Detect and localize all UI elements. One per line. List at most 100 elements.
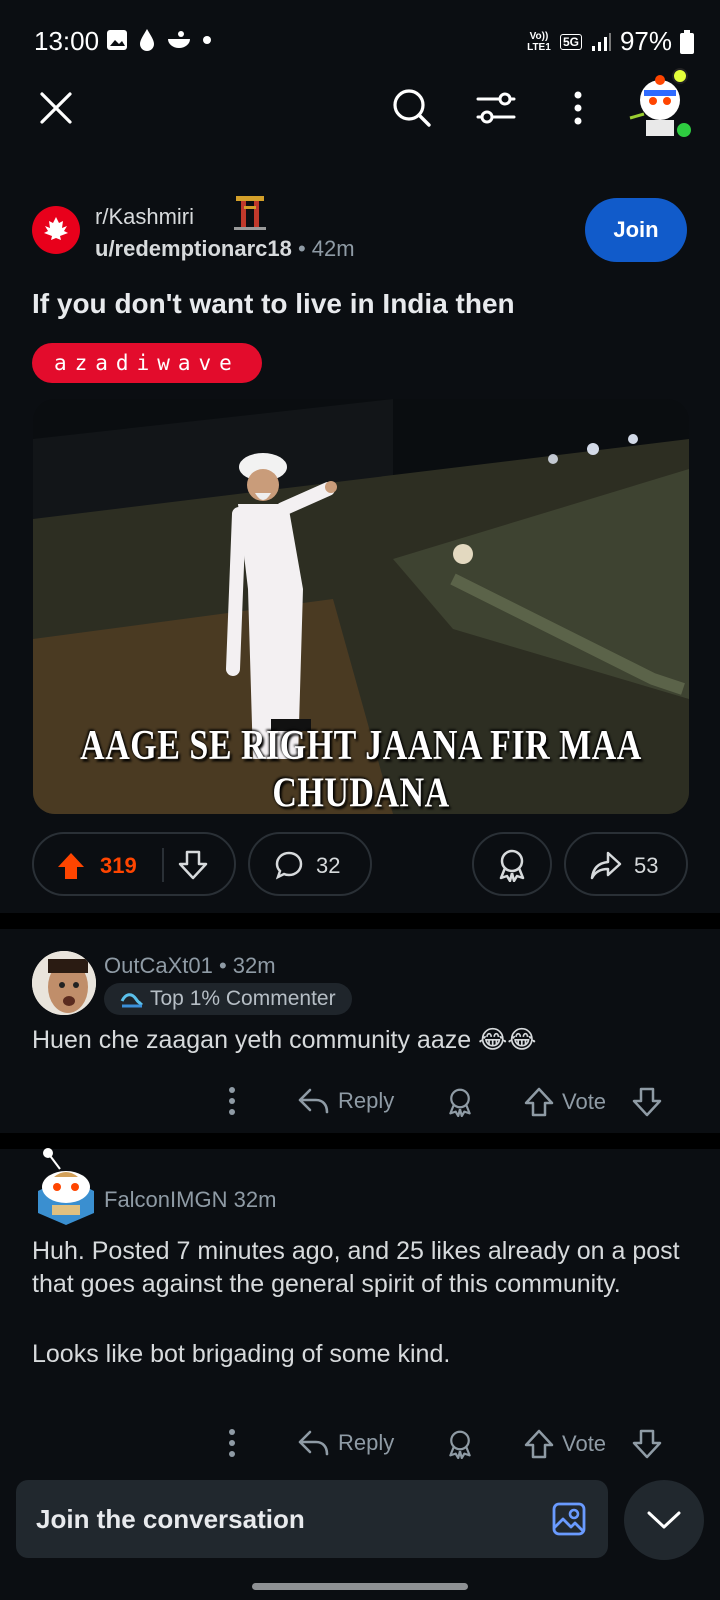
reply-label: Reply xyxy=(338,1430,395,1455)
reply-button[interactable]: Reply xyxy=(298,1429,394,1457)
battery-percent: 97% xyxy=(619,26,672,56)
post-image[interactable]: AAGE SE RIGHT JAANA FIR MAA CHUDANA xyxy=(33,399,689,814)
reply-arrow-icon xyxy=(298,1430,329,1456)
comment-compose-field[interactable]: Join the conversation xyxy=(16,1480,608,1558)
search-icon xyxy=(393,89,431,127)
comment-icon xyxy=(275,851,303,880)
comment-paragraph: Looks like bot brigading of some kind. xyxy=(32,1340,451,1368)
battery-icon xyxy=(680,29,694,54)
comment-upvote-button[interactable]: Vote xyxy=(524,1087,606,1117)
award-button[interactable] xyxy=(472,832,552,896)
bowl-icon xyxy=(168,31,190,48)
post-title: If you don't want to live in India then xyxy=(32,288,515,319)
sort-button[interactable] xyxy=(470,82,522,134)
comment-downvote-button[interactable] xyxy=(632,1087,662,1117)
comment-author[interactable]: FalconIMGN 32m xyxy=(104,1187,276,1213)
comment-actions: Reply Vote xyxy=(0,1429,720,1469)
post-author[interactable]: u/redemptionarc18 • 42m xyxy=(95,236,355,262)
badge-label: Top 1% Commenter xyxy=(150,987,336,1010)
comment-author[interactable]: OutCaXt01 • 32m xyxy=(104,953,276,979)
drop-icon xyxy=(140,29,154,51)
subreddit-name[interactable]: r/Kashmiri xyxy=(95,204,194,230)
comment-more-button[interactable] xyxy=(228,1429,236,1457)
commenter-badge[interactable]: Top 1% Commenter xyxy=(104,983,352,1015)
downvote-icon xyxy=(632,1087,662,1117)
compose-placeholder: Join the conversation xyxy=(36,1504,305,1534)
sliders-icon xyxy=(476,92,516,124)
comment-age: 32m xyxy=(232,953,276,978)
reply-arrow-icon xyxy=(298,1088,329,1114)
more-options-button[interactable] xyxy=(556,82,600,134)
section-divider xyxy=(0,913,720,929)
award-icon xyxy=(499,849,525,882)
comment-author-name[interactable]: OutCaXt01 xyxy=(104,953,213,978)
status-notification-icons xyxy=(106,28,212,52)
upvote-filled-icon xyxy=(58,853,84,879)
close-icon xyxy=(40,92,72,124)
post-author-name[interactable]: u/redemptionarc18 xyxy=(95,236,292,261)
reply-button[interactable]: Reply xyxy=(298,1087,394,1115)
more-vertical-icon xyxy=(574,91,582,125)
profile-avatar-button[interactable] xyxy=(624,68,696,140)
dot-icon xyxy=(203,36,211,44)
downvote-icon xyxy=(632,1429,662,1459)
chevron-down-icon xyxy=(647,1511,681,1529)
signal-icon xyxy=(591,32,611,51)
comment-actions: Reply Vote xyxy=(0,1087,720,1127)
comment-body: Huh. Posted 7 minutes ago, and 25 likes … xyxy=(32,1235,692,1371)
network-label: Vo)) LTE1 xyxy=(527,30,551,53)
comments-button[interactable]: 32 xyxy=(248,832,372,896)
comment-body: Huen che zaagan yeth community aaze 😂😂 xyxy=(32,1026,537,1054)
image-attach-icon xyxy=(552,1502,586,1536)
post-age: 42m xyxy=(311,236,355,261)
network-type-label: 5G xyxy=(559,33,582,50)
downvote-icon xyxy=(178,850,208,880)
avatar-face-icon xyxy=(32,951,96,1015)
app-bar xyxy=(0,68,720,150)
status-bar: 13:00 Vo)) LTE1 5G 97% xyxy=(0,0,720,80)
collapse-button[interactable] xyxy=(624,1480,704,1560)
comment-award-button[interactable] xyxy=(446,1087,474,1117)
home-indicator[interactable] xyxy=(252,1583,468,1590)
upvote-icon xyxy=(524,1429,554,1459)
join-button[interactable]: Join xyxy=(585,198,687,262)
award-icon xyxy=(449,1088,471,1117)
status-system-icons: Vo)) LTE1 5G 97% xyxy=(526,26,694,57)
reply-label: Reply xyxy=(338,1088,395,1113)
gallery-icon xyxy=(107,30,127,50)
comment-avatar[interactable] xyxy=(32,951,96,1015)
comment-age: 32m xyxy=(233,1187,277,1212)
subreddit-avatar[interactable] xyxy=(32,206,80,254)
maple-leaf-icon xyxy=(44,217,68,240)
attach-image-button[interactable] xyxy=(552,1502,586,1541)
comment-avatar[interactable] xyxy=(32,1147,102,1227)
vote-count: 319 xyxy=(100,853,137,878)
comment-downvote-button[interactable] xyxy=(632,1429,662,1459)
comment-author-name[interactable]: FalconIMGN xyxy=(104,1187,227,1212)
more-vertical-icon xyxy=(229,1087,235,1115)
comment-more-button[interactable] xyxy=(228,1087,236,1115)
award-icon xyxy=(449,1430,471,1459)
section-divider xyxy=(0,1133,720,1149)
comment-upvote-button[interactable]: Vote xyxy=(524,1429,606,1459)
image-caption: AAGE SE RIGHT JAANA FIR MAA CHUDANA xyxy=(80,722,642,815)
close-button[interactable] xyxy=(30,82,82,134)
share-button[interactable]: 53 xyxy=(564,832,688,896)
status-time: 13:00 xyxy=(34,26,100,56)
comment-count: 32 xyxy=(316,853,341,878)
snoo-avatar-icon xyxy=(629,68,693,139)
comment-paragraph: Huh. Posted 7 minutes ago, and 25 likes … xyxy=(32,1237,680,1298)
post-header: r/Kashmiri u/redemptionarc18 • 42m Join xyxy=(0,196,720,276)
post-action-row: 319 32 53 xyxy=(0,832,720,896)
downvote-button[interactable] xyxy=(178,850,208,885)
comment-award-button[interactable] xyxy=(446,1429,474,1459)
post-flair[interactable]: azadiwave xyxy=(32,343,262,383)
snoo-avatar-icon xyxy=(38,1148,94,1225)
vote-label: Vote xyxy=(562,1089,607,1114)
wave-icon xyxy=(120,993,144,1008)
upvote-icon xyxy=(524,1087,554,1117)
search-button[interactable] xyxy=(386,82,438,134)
share-count: 53 xyxy=(634,853,659,878)
more-vertical-icon xyxy=(229,1429,235,1457)
upvote-button[interactable] xyxy=(56,851,86,886)
